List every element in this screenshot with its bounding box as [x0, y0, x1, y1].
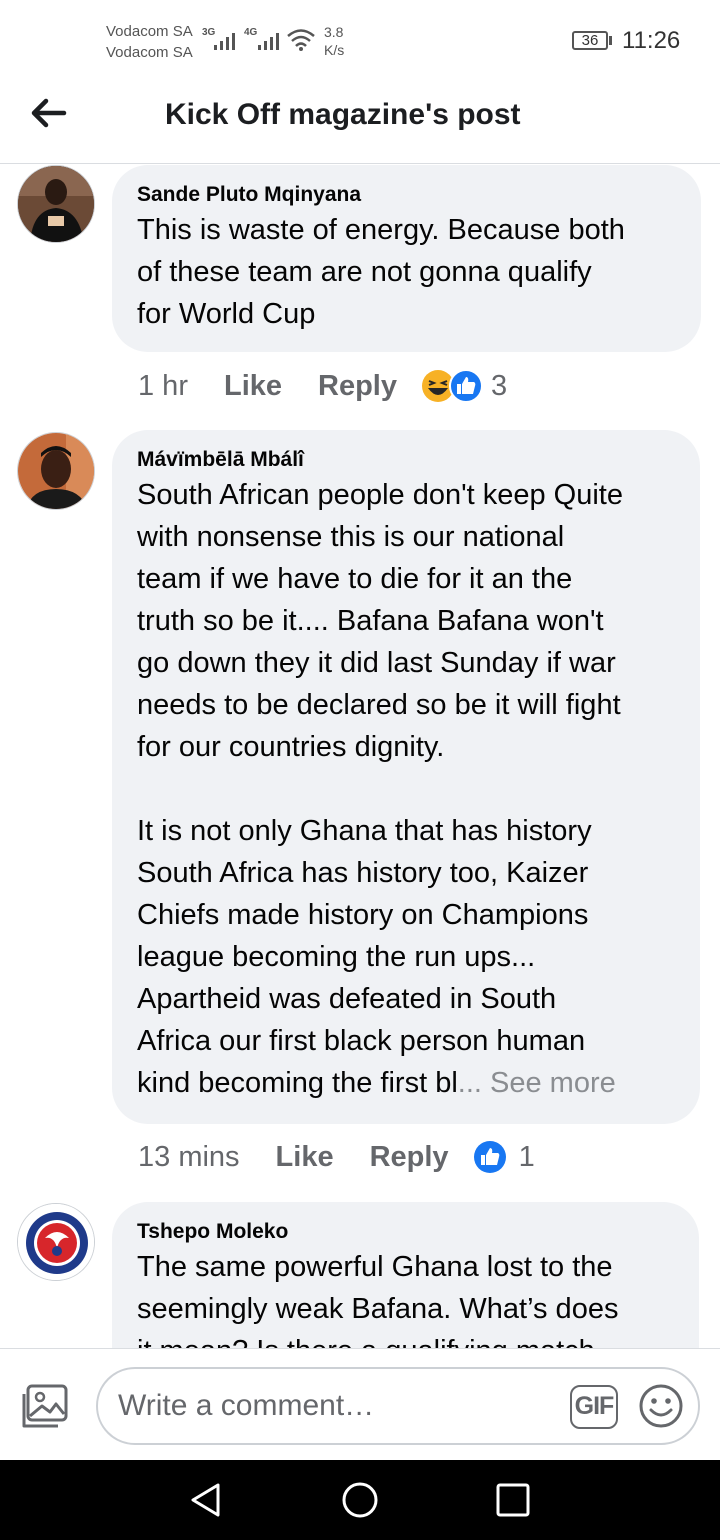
avatar[interactable]: [17, 1203, 95, 1281]
comment-composer: Write a comment… GIF: [0, 1348, 720, 1460]
reply-button[interactable]: Reply: [370, 1141, 449, 1174]
home-circle-icon[interactable]: [340, 1480, 380, 1520]
comment-time[interactable]: 13 mins: [138, 1141, 240, 1174]
system-nav-bar: [0, 1460, 720, 1540]
photo-icon[interactable]: [20, 1384, 70, 1430]
reactions-summary[interactable]: 3: [421, 369, 507, 403]
network-speed: 3.8 K/s: [324, 24, 345, 58]
comment-bubble[interactable]: Mávïmbēlā Mbálî South African people don…: [112, 430, 700, 1124]
signal-icon: [214, 33, 235, 50]
comment-text: This is waste of energy. Because both of…: [137, 214, 625, 330]
wifi-icon: [287, 29, 315, 51]
reaction-count: 3: [491, 369, 508, 402]
signal-icon: [258, 33, 279, 50]
avatar[interactable]: [17, 165, 95, 243]
recents-square-icon[interactable]: [493, 1480, 533, 1520]
comment-bubble[interactable]: Sande Pluto Mqinyana This is waste of en…: [112, 165, 701, 352]
arrow-left-icon[interactable]: [28, 94, 68, 134]
comment-bubble[interactable]: Tshepo Moleko The same powerful Ghana lo…: [112, 1202, 699, 1348]
like-button[interactable]: Like: [276, 1141, 334, 1174]
avatar-photo: [18, 433, 94, 509]
carrier-1: Vodacom SA: [106, 23, 193, 40]
comment-actions: 13 mins Like Reply 1: [138, 1137, 535, 1177]
comment-placeholder: Write a comment…: [118, 1389, 375, 1422]
comment-text: South African people don't keep Quite wi…: [137, 479, 623, 1099]
comment-author[interactable]: Sande Pluto Mqinyana: [137, 181, 677, 209]
avatar[interactable]: [17, 432, 95, 510]
smiley-icon[interactable]: [638, 1383, 684, 1429]
comment-author[interactable]: Tshepo Moleko: [137, 1218, 675, 1246]
like-reaction-icon: [473, 1141, 506, 1173]
comment-input[interactable]: Write a comment… GIF: [96, 1367, 700, 1445]
reactions-summary[interactable]: 1: [473, 1140, 535, 1174]
reaction-count: 1: [518, 1140, 535, 1173]
comment-time[interactable]: 1 hr: [138, 370, 188, 403]
post-header: Kick Off magazine's post: [0, 82, 720, 164]
battery-icon: 36: [572, 31, 608, 50]
like-button[interactable]: Like: [224, 370, 282, 403]
back-triangle-icon[interactable]: [186, 1480, 226, 1520]
team-crest-icon: [18, 1204, 94, 1280]
comment-list[interactable]: Sande Pluto Mqinyana This is waste of en…: [0, 165, 720, 1348]
carrier-2: Vodacom SA: [106, 44, 193, 61]
gif-button[interactable]: GIF: [570, 1385, 618, 1429]
status-bar: Vodacom SA Vodacom SA 3G 4G 3.8 K/s 36 1…: [0, 0, 720, 82]
comment-author[interactable]: Mávïmbēlā Mbálî: [137, 446, 676, 474]
clock: 11:26: [622, 27, 681, 54]
battery-tip: [609, 36, 612, 45]
see-more-link[interactable]: ... See more: [458, 1067, 616, 1099]
reply-button[interactable]: Reply: [318, 370, 397, 403]
page-title: Kick Off magazine's post: [165, 98, 521, 131]
comment-text: The same powerful Ghana lost to the seem…: [137, 1251, 619, 1348]
comment-actions: 1 hr Like Reply 3: [138, 366, 507, 406]
avatar-photo: [18, 166, 94, 242]
like-reaction-icon: [449, 369, 483, 403]
carrier-labels: Vodacom SA Vodacom SA: [106, 21, 193, 63]
